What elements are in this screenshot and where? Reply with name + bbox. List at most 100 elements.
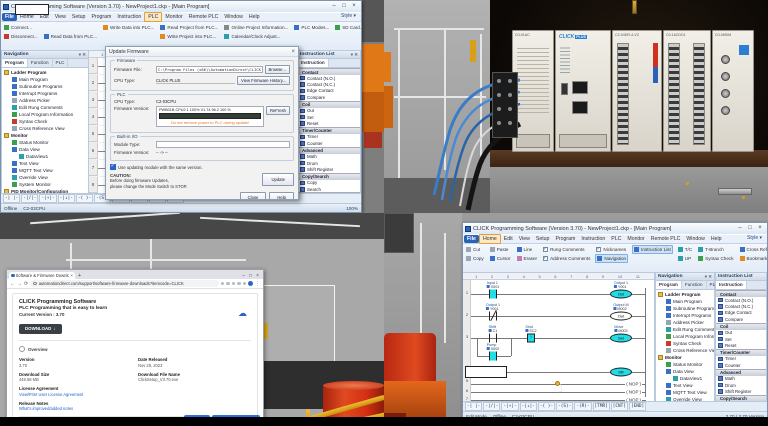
ladder-tool-button[interactable]: -| |- [465,402,483,411]
field-value[interactable]: ClickSetup_V3.70.exe [138,377,251,382]
ribbon-button[interactable]: T-Branch [697,245,734,254]
tree-item[interactable]: Local Program Information [656,333,714,340]
tree-item[interactable]: Override View [2,174,88,181]
menu-item[interactable]: Setup [69,13,89,21]
tree-item[interactable]: Local Program Information [2,111,88,118]
ribbon-button[interactable]: Paste [489,245,512,254]
tree-item[interactable]: Address Picker [656,319,714,326]
ladder-tool-button[interactable]: -( )- [537,402,556,411]
zoom-level[interactable]: 100% [346,206,358,211]
tree-item[interactable]: Edit Rung Comments [2,104,88,111]
navigation-tab[interactable]: Program [2,59,28,67]
tree-item[interactable]: Text View [2,160,88,167]
overview-section[interactable]: Overview [19,346,251,352]
tree-item[interactable]: Data View [656,368,714,375]
contact-nc[interactable] [489,311,497,321]
browser-tab[interactable]: Software & Firmware Downlo... × [9,271,75,279]
sr-coil[interactable]: SR [610,367,632,377]
menu-item[interactable]: Edit [501,235,516,243]
instruction-item[interactable]: Advanced [716,368,766,376]
ladder-tool-button[interactable]: [END] [628,402,647,411]
ladder-tool-button[interactable]: -| |- [3,194,21,203]
field-value[interactable]: View/Print User License Agreement [19,392,132,397]
instruction-tab[interactable]: Instruction [298,59,329,67]
browse-button[interactable]: Browse... [264,65,290,74]
tree-item[interactable]: MQTT Text View [656,389,714,396]
navigation-tab[interactable]: Program [656,281,682,289]
panel-pin-icon[interactable]: ▾ ✕ [79,52,86,57]
ladder-tool-button[interactable]: [TMR] [592,402,610,411]
cloud-download-icon[interactable]: ☁ [238,308,247,319]
firmware-file-input[interactable]: C:\Program Files (x86)\AutomationDirect\… [156,66,263,73]
ribbon-button[interactable]: Cross Reference [739,245,767,254]
close-button[interactable]: × [349,2,359,11]
ladder-tool-button[interactable]: -|↑|- [39,194,57,203]
menu-item[interactable]: Instruction [114,13,144,21]
ribbon-button[interactable]: Line [516,245,539,254]
tree-item[interactable]: Status Monitor [2,139,88,146]
tree-item[interactable]: Main Program [656,298,714,305]
menu-item[interactable]: Setup [533,235,553,243]
ladder-tool-button[interactable]: -|↓|- [519,402,537,411]
tree-item[interactable]: Cross Reference View [2,125,88,132]
tree-item[interactable]: Status Monitor [656,361,714,368]
tree-item[interactable]: Ladder Program [2,69,88,76]
ribbon-button[interactable]: Eraser [516,254,539,263]
ribbon-button[interactable]: Navigation [595,254,629,263]
dialog-close-icon[interactable]: × [291,49,295,55]
ladder-editor[interactable]: 1234567891011 1 2 3 4 5 6 7 Input 1X001 [463,273,655,401]
contact-no[interactable] [489,289,497,299]
ribbon-button[interactable]: Cursor [489,254,512,263]
selected-cell[interactable] [465,366,507,378]
field-value[interactable]: 3.70 [19,363,132,368]
field-value[interactable]: Nov 28, 2023 [138,363,251,368]
ribbon-button[interactable]: T/C [677,245,693,254]
navigation-tab[interactable]: Function [28,59,53,67]
same-version-checkbox-row[interactable]: Use updating module with the same versio… [110,163,294,170]
minimize-button[interactable]: – [735,224,745,233]
instruction-item[interactable]: Advanced [298,146,360,154]
menu-item[interactable]: Remote PLC [186,13,222,21]
ladder-tool-button[interactable]: -|/|- [483,402,501,411]
ladder-tool-button[interactable]: [CNT] [610,402,628,411]
panel-pin-icon[interactable]: ▾ ✕ [351,52,358,57]
ribbon-button[interactable]: Instruction List [632,245,673,254]
download-button[interactable]: DOWNLOAD ↓ [19,323,62,334]
browser-menu-icon[interactable]: ⋮ [255,281,260,287]
tree-item[interactable]: Cross Reference View [656,347,714,354]
edge-contact[interactable]: ↑ [527,333,535,343]
close-dialog-button[interactable]: Close [239,191,267,199]
menu-item[interactable]: PLC [608,235,624,243]
tree-item[interactable]: Text View [656,382,714,389]
ribbon-button[interactable]: Connect... [3,23,39,32]
menu-item[interactable]: PLC [144,12,163,22]
tree-item[interactable]: Syntax Check [656,340,714,347]
refresh-button[interactable]: ReFresh [265,106,290,115]
contact-no[interactable] [489,333,497,343]
ribbon-button[interactable]: PLC Modes... [293,23,330,32]
minimize-button[interactable]: – [329,2,339,11]
menu-item[interactable]: Window [683,235,707,243]
ladder-tool-button[interactable]: -|/|- [21,194,39,203]
menu-item[interactable]: Home [478,234,501,244]
ribbon-button[interactable]: Nicknames [595,245,628,254]
menu-item[interactable]: View [52,13,69,21]
ladder-selection-box[interactable] [15,4,49,15]
navigation-tab[interactable]: Function [682,281,707,289]
tab-close-icon[interactable]: × [70,273,73,278]
ribbon-button[interactable]: UP [677,254,693,263]
tree-item[interactable]: Data View [2,146,88,153]
ladder-tool-button[interactable]: -|↓|- [57,194,75,203]
tree-item[interactable]: Syntax Check [2,118,88,125]
module-type-input[interactable] [156,141,290,148]
tree-item[interactable]: DataView1 [656,375,714,382]
profile-avatar[interactable] [248,281,253,286]
menu-item[interactable]: Program [552,235,578,243]
menu-item[interactable]: Instruction [578,235,608,243]
update-button[interactable]: Update [262,173,294,186]
tree-item[interactable]: Main Program [2,76,88,83]
tree-item[interactable]: Ladder Program [656,291,714,298]
tree-item[interactable]: Interrupt Programs [2,90,88,97]
style-selector[interactable]: Style ▾ [744,235,765,241]
style-selector[interactable]: Style ▾ [338,13,359,19]
